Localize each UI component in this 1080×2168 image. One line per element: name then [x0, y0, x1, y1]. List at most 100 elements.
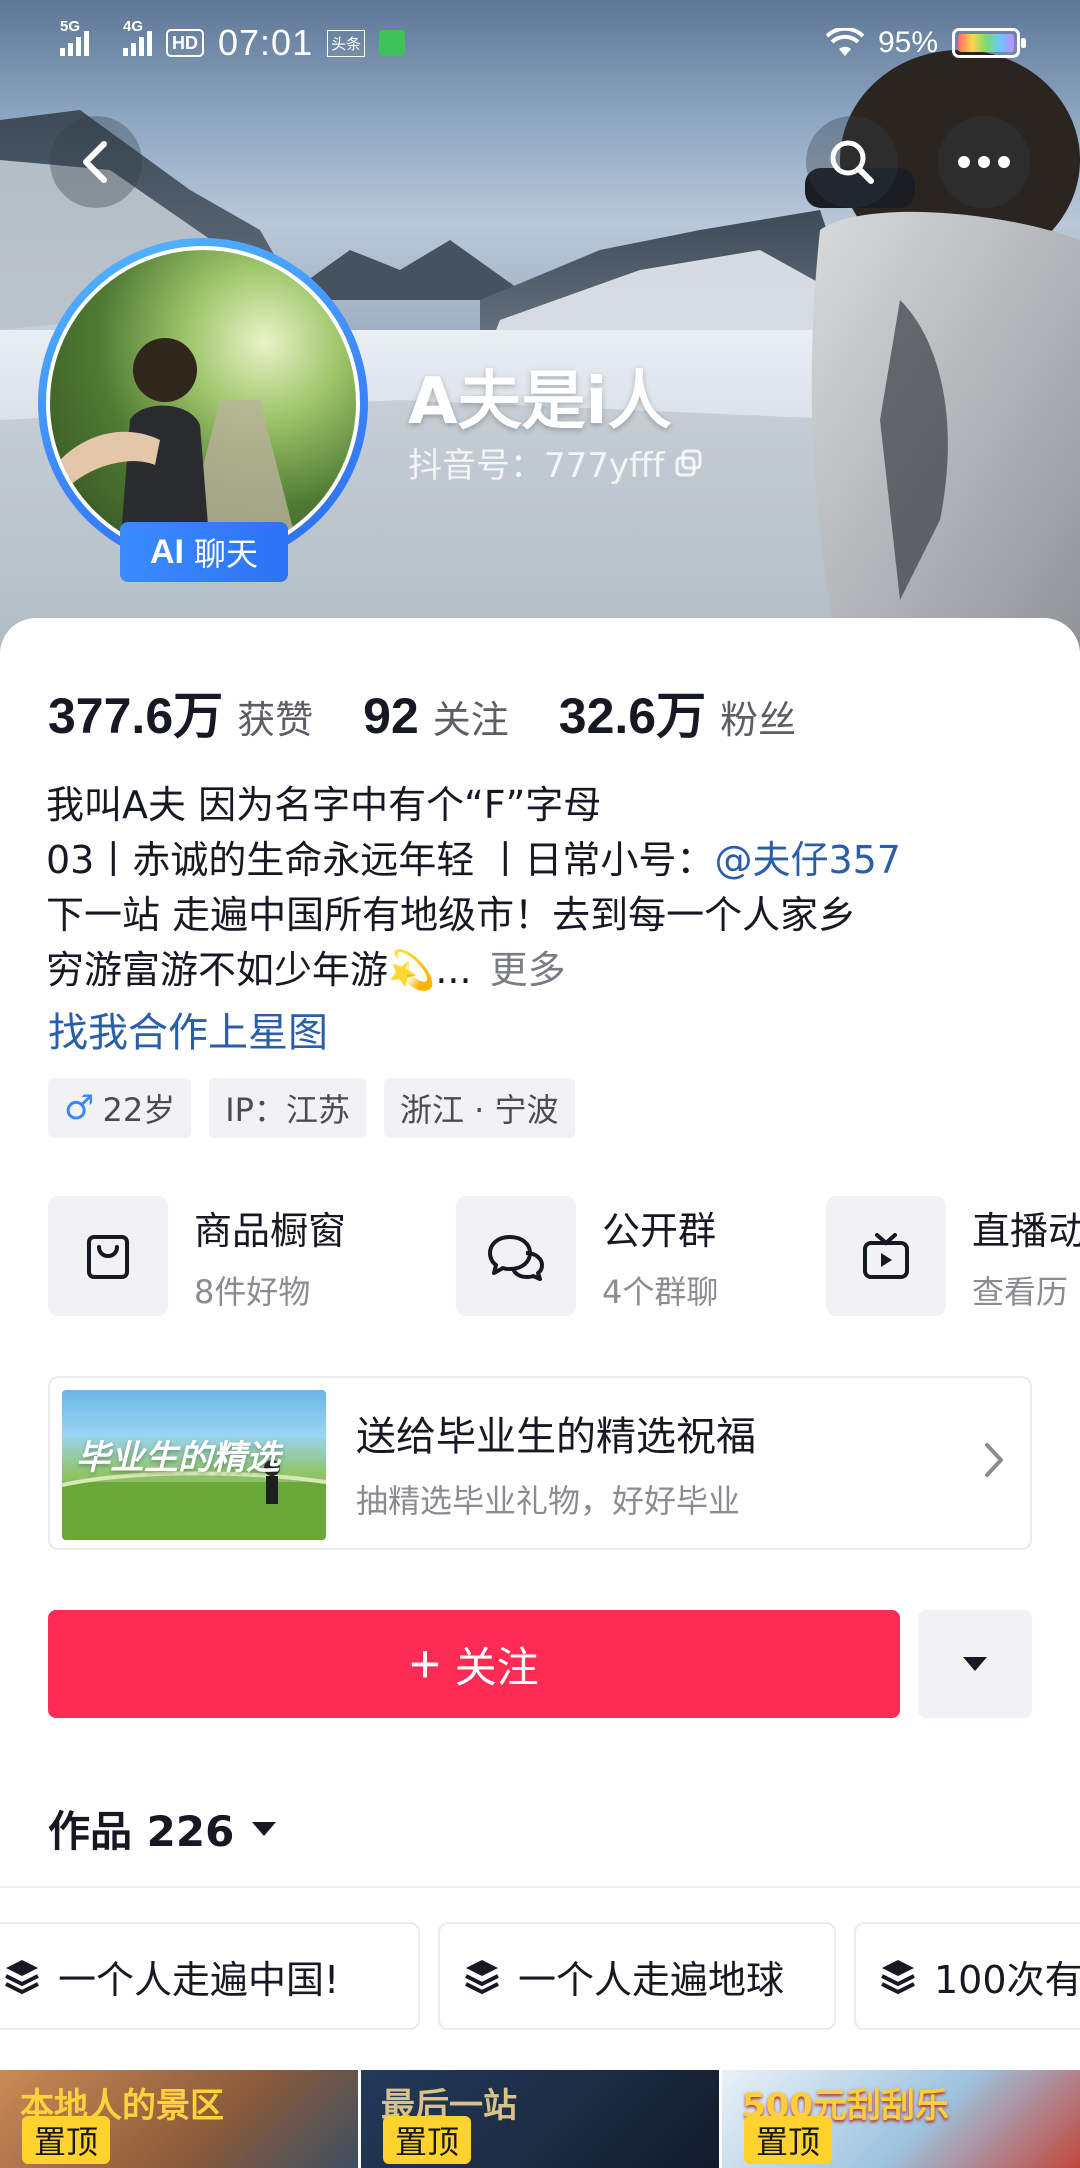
douyin-id-text: 抖音号：777yfff [408, 446, 665, 486]
chat-bubbles-icon [456, 1196, 576, 1316]
hd-voice-badge: HD [166, 29, 204, 57]
bio-text: 03丨赤诚的生命永远年轻 丨日常小号： [46, 838, 715, 882]
battery-percent: 95% [877, 26, 938, 59]
video-grid: 本地人的景区 置顶 最后一站 置顶 500元刮刮乐 置顶 [0, 2070, 1080, 2168]
feature-title: 公开群 [602, 1208, 717, 1253]
follow-label: 关注 [454, 1642, 539, 1692]
profile-header-background: 5G 4G HD 07:01 头条 95% AI 聊天 A夫是i人 抖音号：77… [0, 0, 1080, 660]
pinned-badge: 置顶 [22, 2116, 111, 2164]
layers-icon [881, 1960, 915, 1994]
location-tag[interactable]: 浙江 · 宁波 [383, 1078, 575, 1138]
shop-window-entry[interactable]: 商品橱窗 8件好物 [48, 1196, 346, 1316]
follow-options-button[interactable] [918, 1610, 1032, 1718]
ip-location-tag: IP：江苏 [209, 1078, 366, 1138]
public-group-entry[interactable]: 公开群 4个群聊 [456, 1196, 718, 1316]
douyin-id[interactable]: 抖音号：777yfff [408, 438, 704, 487]
bio-more-button[interactable]: 更多 [490, 948, 566, 992]
follow-button[interactable]: + 关注 [48, 1610, 900, 1718]
works-tab-label: 作品 226 [48, 1807, 235, 1856]
gender-age-tag: ♂ 22岁 [48, 1078, 192, 1138]
profile-info-card: 377.6万 获赞 92 关注 32.6万 粉丝 我叫A夫 因为名字中有个“F”… [0, 618, 1080, 2168]
layers-icon [5, 1960, 39, 1994]
avatar-image [46, 246, 360, 560]
ai-chat-badge[interactable]: AI 聊天 [120, 522, 288, 582]
status-bar: 5G 4G HD 07:01 头条 95% [0, 0, 1080, 86]
promo-title: 送给毕业生的精选祝福 [356, 1414, 756, 1460]
bio-ellipsis: ... [435, 948, 472, 992]
followers-count[interactable]: 32.6万 [559, 676, 706, 748]
collections-row: 一个人走遍中国! 一个人走遍地球 100次有 [0, 1922, 1080, 2032]
feature-subtitle: 4个群聊 [602, 1272, 719, 1311]
star-map-cooperation-link[interactable]: 找我合作上星图 [48, 1000, 328, 1058]
bio-line: 03丨赤诚的生命永远年轻 丨日常小号：@夫仔357 [46, 833, 1036, 888]
collection-chip[interactable]: 一个人走遍中国! [0, 1922, 420, 2030]
search-button[interactable] [806, 116, 898, 208]
likes-count: 377.6万 [48, 688, 224, 744]
profile-tags: ♂ 22岁 IP：江苏 浙江 · 宁波 [48, 1078, 575, 1138]
profile-nickname: A夫是i人 [408, 365, 672, 439]
feature-title: 商品橱窗 [194, 1208, 347, 1253]
sparkle-emoji-icon: 💫 [388, 948, 436, 992]
battery-icon [952, 28, 1026, 58]
app-notification-badge: 头条 [327, 29, 366, 57]
graduation-promo-banner[interactable]: 毕业生的精选 送给毕业生的精选祝福 抽精选毕业礼物，好好毕业 [48, 1376, 1032, 1550]
avatar[interactable] [38, 238, 368, 568]
live-replay-entry[interactable]: 直播动 查看历 [826, 1196, 1080, 1316]
promo-thumbnail-text: 毕业生的精选 [76, 1438, 280, 1478]
collection-chip[interactable]: 100次有 [854, 1922, 1080, 2030]
likes-label: 获赞 [237, 698, 314, 742]
shopping-bag-icon [48, 1196, 168, 1316]
followers-label[interactable]: 粉丝 [720, 689, 796, 744]
feature-subtitle: 查看历 [972, 1272, 1069, 1311]
male-icon: ♂ [64, 1088, 95, 1128]
profile-bio[interactable]: 我叫A夫 因为名字中有个“F”字母 03丨赤诚的生命永远年轻 丨日常小号：@夫仔… [46, 778, 1036, 998]
ai-chat-label: 聊天 [193, 535, 258, 573]
avatar-photo [60, 338, 300, 556]
tv-icon [826, 1196, 946, 1316]
feature-title: 直播动 [972, 1208, 1080, 1253]
mention-link[interactable]: @夫仔357 [714, 838, 901, 882]
bio-line: 穷游富游不如少年游💫... 更多 [46, 943, 1036, 998]
more-options-button[interactable] [938, 116, 1030, 208]
promo-thumbnail: 毕业生的精选 [62, 1390, 326, 1540]
bio-line: 我叫A夫 因为名字中有个“F”字母 [46, 783, 602, 827]
signal-4g-icon: 4G [123, 18, 152, 56]
bio-text: 穷游富游不如少年游 [46, 948, 389, 992]
following-label[interactable]: 关注 [433, 689, 509, 744]
collection-name: 一个人走遍地球 [518, 1957, 785, 2002]
bio-line: 下一站 走遍中国所有地级市！去到每一个人家乡 [46, 893, 857, 937]
app-notification-icon [379, 30, 406, 56]
promo-subtitle: 抽精选毕业礼物，好好毕业 [356, 1482, 741, 1520]
pinned-badge: 置顶 [383, 2116, 472, 2164]
caret-down-icon [963, 1657, 987, 1671]
chevron-right-icon [985, 1443, 1003, 1477]
search-icon [830, 140, 874, 184]
video-thumbnail[interactable]: 500元刮刮乐 置顶 [722, 2070, 1080, 2168]
back-button[interactable] [50, 116, 142, 208]
section-divider [0, 1886, 1080, 1888]
feature-subtitle: 8件好物 [194, 1272, 311, 1311]
collection-name: 100次有 [934, 1957, 1080, 2002]
video-thumbnail[interactable]: 本地人的景区 置顶 [0, 2070, 358, 2168]
profile-stats: 377.6万 获赞 92 关注 32.6万 粉丝 [48, 676, 846, 748]
works-tab[interactable]: 作品 226 [48, 1798, 278, 1859]
wifi-icon [825, 28, 864, 56]
following-count[interactable]: 92 [363, 687, 419, 745]
feature-entries: 商品橱窗 8件好物 公开群 4个群聊 直播动 查看历 [48, 1196, 1080, 1320]
caret-down-icon [252, 1821, 277, 1836]
clock: 07:01 [218, 22, 314, 63]
chevron-left-icon [83, 141, 107, 183]
network-type-label: 5G [60, 18, 81, 35]
more-dots-icon [958, 156, 1010, 168]
video-thumbnail[interactable]: 最后一站 置顶 [361, 2070, 719, 2168]
signal-5g-icon: 5G [60, 18, 89, 56]
age-text: 22岁 [102, 1091, 176, 1129]
network-type-label: 4G [123, 18, 144, 35]
pinned-badge: 置顶 [744, 2116, 833, 2164]
collection-name: 一个人走遍中国! [58, 1957, 340, 2002]
plus-icon: + [409, 1634, 441, 1694]
collection-chip[interactable]: 一个人走遍地球 [438, 1922, 836, 2030]
ai-icon: AI [149, 532, 184, 571]
layers-icon [465, 1960, 499, 1994]
copy-icon[interactable] [674, 448, 704, 478]
